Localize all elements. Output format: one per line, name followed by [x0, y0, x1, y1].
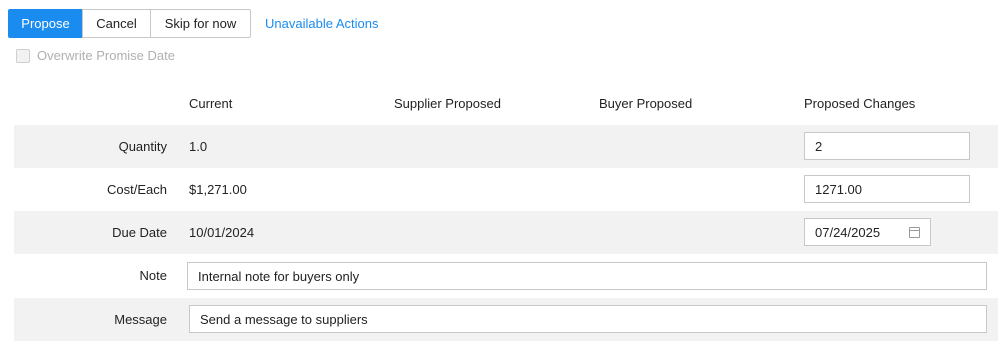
message-input[interactable]: Send a message to suppliers	[189, 305, 987, 333]
message-row: Message Send a message to suppliers	[14, 298, 998, 341]
due-date-current-value: 10/01/2024	[189, 225, 255, 240]
quantity-proposed-input[interactable]: 2	[804, 132, 970, 160]
unavailable-actions-link[interactable]: Unavailable Actions	[265, 16, 378, 31]
quantity-row: Quantity 1.0 2	[14, 125, 998, 168]
due-date-proposed-input[interactable]: 07/24/2025	[804, 218, 931, 246]
skip-for-now-button[interactable]: Skip for now	[150, 9, 251, 38]
overwrite-promise-date-option: Overwrite Promise Date	[16, 48, 175, 63]
cancel-button[interactable]: Cancel	[82, 9, 151, 38]
quantity-current-value: 1.0	[189, 139, 208, 154]
action-toolbar: Propose Cancel Skip for now Unavailable …	[8, 9, 378, 38]
due-date-row: Due Date 10/01/2024 07/24/2025	[14, 211, 998, 254]
header-proposed-changes: Proposed Changes	[804, 96, 916, 111]
cost-current-value: $1,271.00	[189, 182, 247, 197]
header-buyer-proposed: Buyer Proposed	[599, 96, 693, 111]
overwrite-promise-date-checkbox[interactable]	[16, 48, 30, 63]
header-supplier-proposed: Supplier Proposed	[394, 96, 501, 111]
propose-button[interactable]: Propose	[8, 9, 83, 38]
cost-proposed-input[interactable]: 1271.00	[804, 175, 970, 203]
note-label: Note	[139, 268, 167, 283]
due-date-proposed-value: 07/24/2025	[815, 224, 881, 240]
due-date-label: Due Date	[112, 225, 167, 240]
overwrite-promise-date-label: Overwrite Promise Date	[37, 48, 175, 63]
cost-label: Cost/Each	[107, 182, 167, 197]
cost-row: Cost/Each $1,271.00 1271.00	[14, 168, 998, 211]
message-label: Message	[114, 312, 167, 327]
calendar-icon[interactable]	[909, 227, 920, 238]
header-current: Current	[189, 96, 233, 111]
note-row: Note Internal note for buyers only	[14, 254, 998, 297]
quantity-label: Quantity	[118, 139, 167, 154]
note-input[interactable]: Internal note for buyers only	[187, 262, 987, 290]
